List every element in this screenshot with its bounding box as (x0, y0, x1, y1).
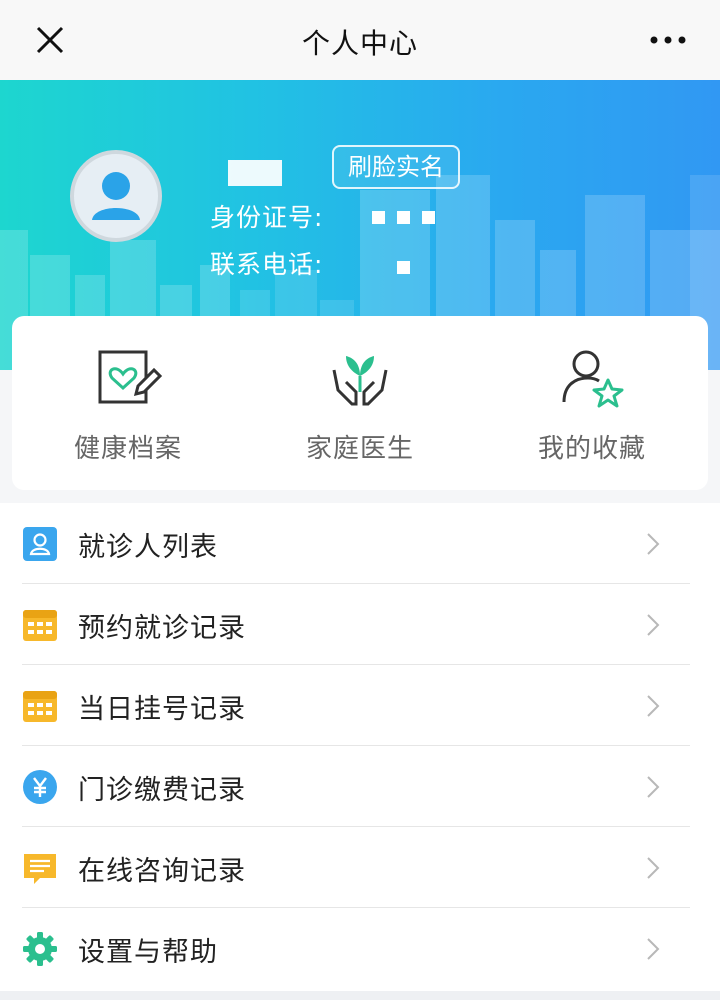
phone-label: 联系电话: (210, 250, 324, 279)
menu-item-label: 门诊缴费记录 (78, 775, 246, 806)
quick-action-label: 健康档案 (73, 434, 182, 464)
quick-action-label: 家庭医生 (305, 434, 414, 464)
chevron-right-icon (647, 857, 660, 879)
payment-record-icon (23, 770, 57, 804)
patient-list-icon (23, 527, 57, 561)
menu-item-label: 预约就诊记录 (78, 613, 246, 644)
avatar[interactable] (70, 150, 162, 242)
quick-action-label: 我的收藏 (537, 434, 646, 464)
id-number-label: 身份证号: (210, 203, 324, 232)
registration-record-icon (23, 691, 57, 722)
chevron-right-icon (647, 776, 660, 798)
settings-gear-icon (23, 932, 57, 966)
face-verify-button[interactable]: 刷脸实名 (332, 145, 460, 189)
menu-item-label: 当日挂号记录 (78, 694, 246, 725)
menu-list: 就诊人列表 预约就诊记录 当日挂号记录 门诊缴费记录 在线咨询记录 设置与帮助 (0, 503, 720, 991)
page-title: 个人中心 (301, 27, 418, 60)
masked-phone-dot (397, 261, 410, 274)
top-bar: 个人中心 (0, 0, 720, 80)
menu-item-appointment-record[interactable]: 预约就诊记录 (0, 584, 720, 665)
masked-id-dot (422, 211, 435, 224)
quick-action-family-doctor[interactable]: 家庭医生 (244, 316, 476, 490)
quick-action-favorites[interactable]: 我的收藏 (476, 316, 708, 490)
chevron-right-icon (647, 614, 660, 636)
masked-id-dot (397, 211, 410, 224)
favorites-icon (562, 350, 624, 408)
masked-id-dot (372, 211, 385, 224)
more-dots-icon[interactable] (648, 28, 688, 52)
menu-item-settings-help[interactable]: 设置与帮助 (0, 908, 720, 989)
appointment-record-icon (23, 610, 57, 641)
quick-actions-card: 健康档案 家庭医生 我的收藏 (12, 316, 708, 490)
menu-item-consultation-record[interactable]: 在线咨询记录 (0, 827, 720, 908)
family-doctor-icon (332, 356, 388, 406)
menu-item-registration-record[interactable]: 当日挂号记录 (0, 665, 720, 746)
health-record-icon (98, 350, 163, 404)
menu-item-label: 在线咨询记录 (78, 856, 246, 887)
menu-item-label: 设置与帮助 (78, 937, 218, 968)
chevron-right-icon (647, 533, 660, 555)
menu-item-label: 就诊人列表 (78, 532, 218, 563)
user-avatar-icon (92, 172, 140, 220)
menu-item-patient-list[interactable]: 就诊人列表 (0, 503, 720, 584)
menu-item-payment-record[interactable]: 门诊缴费记录 (0, 746, 720, 827)
masked-user-name (228, 160, 282, 186)
chevron-right-icon (647, 938, 660, 960)
consultation-record-icon (24, 854, 56, 884)
chevron-right-icon (647, 695, 660, 717)
quick-action-health-record[interactable]: 健康档案 (12, 316, 244, 490)
bottom-spacer (0, 991, 720, 1000)
